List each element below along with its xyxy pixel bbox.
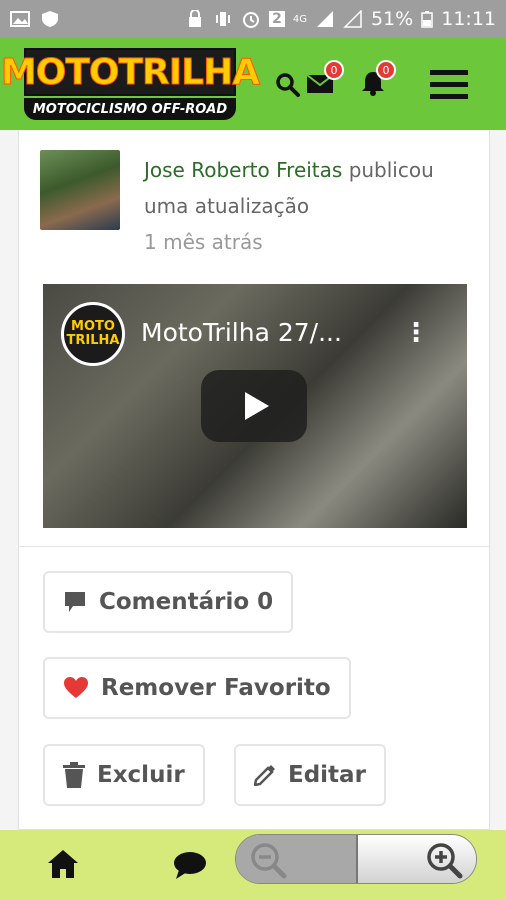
zoom-in-button[interactable] xyxy=(355,835,476,883)
logo-banner: MOTOTRILHA xyxy=(0,48,261,96)
post-meta: Jose Roberto Freitas publicou uma atuali… xyxy=(144,152,484,260)
signal-icon-2 xyxy=(343,10,362,28)
video-title: MotoTrilha 27/... xyxy=(141,318,342,347)
signal-icon xyxy=(317,11,333,27)
remove-favorite-button[interactable]: Remover Favorito xyxy=(43,657,351,719)
zoom-in-icon xyxy=(427,843,463,879)
edit-button[interactable]: Editar xyxy=(234,744,386,806)
video-channel-logo: MOTO TRILHA xyxy=(61,302,125,366)
network-indicator: 4G xyxy=(292,13,307,25)
divider xyxy=(19,546,491,547)
battery-icon xyxy=(421,11,433,28)
vibrate-icon xyxy=(216,12,231,26)
chat-icon[interactable] xyxy=(173,850,207,880)
search-icon[interactable] xyxy=(275,72,301,98)
post-card: Jose Roberto Freitas publicou uma atuali… xyxy=(18,130,491,830)
comment-label: Comentário 0 xyxy=(99,589,274,615)
delete-button[interactable]: Excluir xyxy=(43,744,205,806)
play-icon[interactable] xyxy=(201,370,307,442)
battery-percent: 51% xyxy=(371,8,414,30)
status-bar: 2 4G 51% 11:11 xyxy=(0,0,506,38)
bottom-nav xyxy=(0,830,506,900)
comment-button[interactable]: Comentário 0 xyxy=(43,571,294,633)
edit-label: Editar xyxy=(288,762,366,788)
more-options-icon[interactable]: ⋮ xyxy=(403,318,429,348)
author-link[interactable]: Jose Roberto Freitas xyxy=(144,158,342,182)
sim-indicator: 2 xyxy=(269,11,285,27)
notifications-badge: 0 xyxy=(376,60,396,80)
comment-icon xyxy=(65,592,85,612)
logo-subtitle: MOTOCICLISMO OFF-ROAD xyxy=(24,98,236,120)
messages-button[interactable]: 0 xyxy=(306,60,344,96)
zoom-control xyxy=(235,834,477,884)
lock-icon xyxy=(189,10,202,27)
favorite-label: Remover Favorito xyxy=(101,675,331,701)
video-player[interactable]: MOTO TRILHA MotoTrilha 27/... ⋮ xyxy=(43,284,467,528)
home-icon[interactable] xyxy=(47,848,79,880)
alarm-icon xyxy=(243,12,260,28)
trash-icon xyxy=(63,762,85,788)
logo-title: MOTOTRILHA xyxy=(0,51,260,93)
pencil-icon xyxy=(254,765,275,786)
messages-badge: 0 xyxy=(324,60,344,80)
app-logo[interactable]: MOTOTRILHA MOTOCICLISMO OFF-ROAD xyxy=(0,48,261,122)
notifications-button[interactable]: 0 xyxy=(360,60,396,98)
image-icon xyxy=(10,11,30,27)
heart-icon xyxy=(64,677,88,698)
app-header: MOTOTRILHA MOTOCICLISMO OFF-ROAD 0 0 xyxy=(0,38,506,130)
menu-icon[interactable] xyxy=(430,68,468,100)
zoom-out-button[interactable] xyxy=(236,835,356,883)
delete-label: Excluir xyxy=(97,762,185,788)
zoom-out-icon xyxy=(251,843,287,879)
shield-icon xyxy=(42,11,58,27)
avatar[interactable] xyxy=(40,150,120,230)
clock: 11:11 xyxy=(441,8,496,30)
post-time: 1 mês atrás xyxy=(144,230,263,254)
